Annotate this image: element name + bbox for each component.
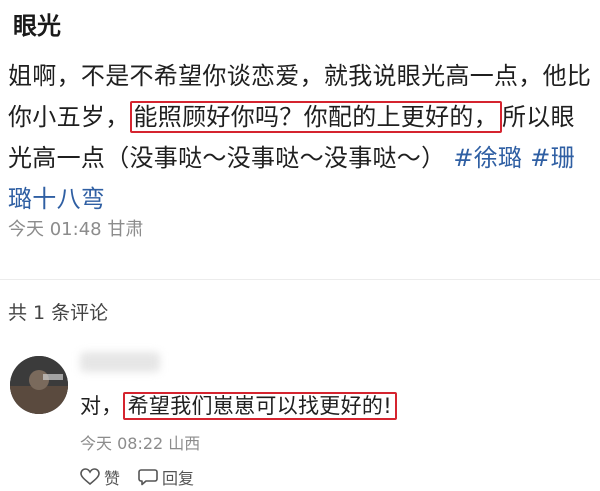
post-body-highlight: 能照顾好你吗？你配的上更好的，	[129, 101, 502, 133]
comment-location: 山西	[168, 434, 201, 453]
comment-text: 对， 希望我们崽崽可以找更好的!	[80, 390, 397, 420]
post-location: 甘肃	[107, 219, 144, 240]
post-meta: 今天 01:48 甘肃	[8, 215, 143, 241]
reply-button[interactable]: 回复	[138, 465, 194, 489]
like-button[interactable]: 赞	[80, 465, 120, 489]
divider	[0, 279, 600, 280]
like-label: 赞	[104, 469, 121, 488]
avatar-image	[10, 356, 68, 414]
post-title: 眼光	[13, 12, 61, 40]
heart-icon	[80, 468, 100, 486]
comment-time: 今天 08:22	[80, 434, 164, 453]
post-body: 姐啊，不是不希望你谈恋爱，就我说眼光高一点，他比你小五岁， 能照顾好你吗？你配的上…	[8, 56, 596, 220]
comment-meta: 今天 08:22 山西	[80, 430, 200, 454]
post-time: 今天 01:48	[8, 219, 102, 240]
comment-actions: 赞 回复	[80, 465, 194, 489]
avatar[interactable]	[10, 356, 68, 414]
username-blurred	[80, 352, 160, 372]
comment-count: 共 1 条评论	[8, 302, 109, 324]
comment-bubble-icon	[138, 469, 158, 486]
comment-prefix: 对，	[80, 394, 123, 418]
hashtag-xulu[interactable]: #徐璐	[453, 144, 522, 172]
comment-highlight: 希望我们崽崽可以找更好的!	[122, 392, 397, 420]
reply-label: 回复	[162, 469, 195, 488]
